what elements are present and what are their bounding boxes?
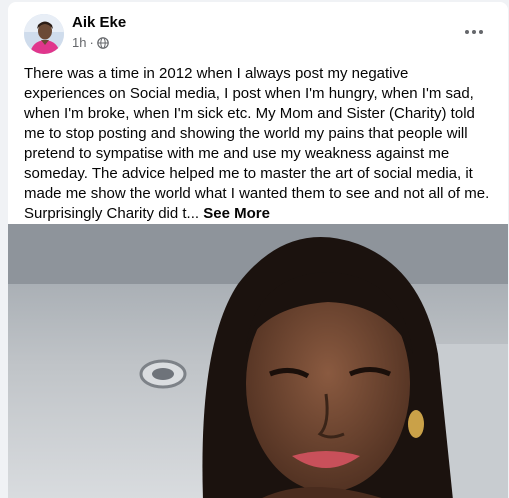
post-time[interactable]: 1h <box>72 35 86 50</box>
post-header: Aik Eke 1h · <box>8 2 508 58</box>
see-more-link[interactable]: See More <box>203 205 270 222</box>
avatar-image <box>24 14 64 54</box>
author-avatar[interactable] <box>24 14 64 54</box>
photo-image <box>8 224 508 498</box>
post-body: There was a time in 2012 when I always p… <box>24 65 490 222</box>
post-text: There was a time in 2012 when I always p… <box>24 64 492 224</box>
post-meta: 1h · <box>72 35 109 50</box>
meta-separator: · <box>89 35 94 50</box>
more-options-button[interactable] <box>456 20 492 44</box>
post-photo[interactable] <box>8 224 508 498</box>
post-card: Aik Eke 1h · There was a time in 2012 wh… <box>8 2 508 498</box>
author-name[interactable]: Aik Eke <box>72 14 126 31</box>
globe-icon[interactable] <box>97 36 109 49</box>
more-horizontal-icon <box>465 30 483 34</box>
